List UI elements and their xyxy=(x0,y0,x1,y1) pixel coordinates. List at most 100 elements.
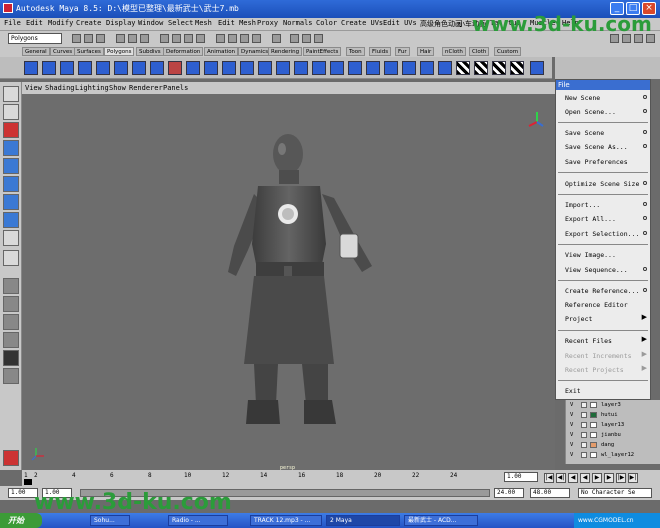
taskbar-item[interactable]: 最新武士 - ACD... xyxy=(404,515,478,526)
scale-tool-icon[interactable] xyxy=(3,176,19,192)
menu-select[interactable]: Select xyxy=(168,19,193,27)
taskbar-item-maya[interactable]: 2 Maya xyxy=(326,515,400,526)
mask-icon[interactable] xyxy=(172,34,181,43)
checker-uv-icon[interactable] xyxy=(510,61,524,75)
character-set-select[interactable]: No Character Se xyxy=(578,488,652,498)
poly-cone-icon[interactable] xyxy=(78,61,92,75)
viewport-menu-renderer[interactable]: Renderer xyxy=(129,84,163,92)
bridge-icon[interactable] xyxy=(222,61,236,75)
bevel-icon[interactable] xyxy=(312,61,326,75)
snap-point-icon[interactable] xyxy=(240,34,249,43)
layer-color-swatch[interactable] xyxy=(590,422,597,428)
go-to-end-icon[interactable]: ▶| xyxy=(628,473,638,483)
menu-proxy[interactable]: Proxy xyxy=(257,19,278,27)
menu-item-recent-files[interactable]: Recent Files xyxy=(565,337,612,345)
option-box-icon[interactable] xyxy=(643,216,647,220)
menu-item-project[interactable]: Project xyxy=(565,315,592,323)
menu-item-save-scene-as[interactable]: Save Scene As... xyxy=(565,143,628,151)
menu-item-export-selection[interactable]: Export Selection... xyxy=(565,230,639,238)
layout-single-icon[interactable] xyxy=(3,278,19,294)
option-box-icon[interactable] xyxy=(643,130,647,134)
reverse-normal-icon[interactable] xyxy=(402,61,416,75)
poly-plane-icon[interactable] xyxy=(96,61,110,75)
universal-manipulator-icon[interactable] xyxy=(3,194,19,210)
start-button[interactable]: 开始 xyxy=(0,513,42,528)
tab-curves[interactable]: Curves xyxy=(50,47,76,56)
viewport-menu-view[interactable]: View xyxy=(25,84,42,92)
layer-visibility[interactable]: V xyxy=(570,400,573,410)
tab-polygons[interactable]: Polygons xyxy=(104,47,135,56)
layer-color-swatch[interactable] xyxy=(590,402,597,408)
menu-item-exit[interactable]: Exit xyxy=(565,387,581,395)
menu-mesh[interactable]: Mesh xyxy=(195,19,212,27)
menu-edit-uvs[interactable]: Edit UVs xyxy=(383,19,417,27)
tab-custom[interactable]: Custom xyxy=(494,47,522,56)
taskbar-item[interactable]: TRACK 12.mp3 - ... xyxy=(250,515,322,526)
poly-sphere-icon[interactable] xyxy=(24,61,38,75)
insert-edge-loop-icon[interactable] xyxy=(276,61,290,75)
layout-outliner-icon[interactable] xyxy=(3,332,19,348)
menu-edit[interactable]: Edit xyxy=(26,19,43,27)
history-icon[interactable] xyxy=(272,34,281,43)
new-scene-icon[interactable] xyxy=(72,34,81,43)
option-box-icon[interactable] xyxy=(643,144,647,148)
option-box-icon[interactable] xyxy=(643,95,647,99)
taskbar-item[interactable]: Radio - ... xyxy=(168,515,228,526)
layer-row[interactable]: V hutui xyxy=(566,410,660,420)
tab-fluids[interactable]: Fluids xyxy=(369,47,392,56)
layer-visibility[interactable]: V xyxy=(570,450,573,460)
mask-icon[interactable] xyxy=(184,34,193,43)
menu-item-export-all[interactable]: Export All... xyxy=(565,215,616,223)
last-tool-icon[interactable] xyxy=(3,250,19,266)
layer-visibility[interactable]: V xyxy=(570,420,573,430)
soft-modification-icon[interactable] xyxy=(3,212,19,228)
layer-row[interactable]: V jianbu xyxy=(566,430,660,440)
step-back-key-icon[interactable]: ◀ xyxy=(568,473,578,483)
tab-rendering[interactable]: Rendering xyxy=(268,47,303,56)
option-box-icon[interactable] xyxy=(643,109,647,113)
ipr-render-icon[interactable] xyxy=(302,34,311,43)
layout-two-icon[interactable] xyxy=(3,314,19,330)
perspective-viewport[interactable]: persp xyxy=(22,94,555,471)
menu-item-view-image[interactable]: View Image... xyxy=(565,251,616,259)
menu-item-save-preferences[interactable]: Save Preferences xyxy=(565,158,628,166)
menu-character-animation[interactable]: 高级角色动画 xyxy=(420,19,462,29)
poke-icon[interactable] xyxy=(384,61,398,75)
tab-painteffects[interactable]: PaintEffects xyxy=(303,47,342,56)
split-polygon-icon[interactable] xyxy=(258,61,272,75)
layout-four-icon[interactable] xyxy=(3,296,19,312)
tab-dynamics[interactable]: Dynamics xyxy=(238,47,272,56)
step-back-icon[interactable]: ◀| xyxy=(556,473,566,483)
menu-item-view-sequence[interactable]: View Sequence... xyxy=(565,266,628,274)
play-forwards-icon[interactable]: ▶ xyxy=(592,473,602,483)
layer-type-toggle[interactable] xyxy=(581,412,587,418)
menu-item-create-reference[interactable]: Create Reference... xyxy=(565,287,639,295)
tab-cloth[interactable]: Cloth xyxy=(469,47,490,56)
go-to-start-icon[interactable]: |◀ xyxy=(544,473,554,483)
menu-normals[interactable]: Normals xyxy=(283,19,313,27)
separate-icon[interactable] xyxy=(150,61,164,75)
select-tool-icon[interactable] xyxy=(3,86,19,102)
menu-create[interactable]: Create xyxy=(76,19,101,27)
menu-color[interactable]: Color xyxy=(316,19,337,27)
planar-map-icon[interactable] xyxy=(420,61,434,75)
layer-type-toggle[interactable] xyxy=(581,442,587,448)
checker-uv-icon[interactable] xyxy=(456,61,470,75)
play-backwards-icon[interactable]: ◀ xyxy=(580,473,590,483)
menu-file[interactable]: File xyxy=(4,19,21,27)
select-hierarchy-icon[interactable] xyxy=(116,34,125,43)
snap-view-icon[interactable] xyxy=(252,34,261,43)
extrude-icon[interactable] xyxy=(204,61,218,75)
tab-ncloth[interactable]: nCloth xyxy=(442,47,466,56)
menu-set-select[interactable]: Polygons xyxy=(8,33,62,44)
offset-edge-loop-icon[interactable] xyxy=(294,61,308,75)
snap-curve-icon[interactable] xyxy=(228,34,237,43)
poly-cube-icon[interactable] xyxy=(42,61,56,75)
combine-icon[interactable] xyxy=(132,61,146,75)
option-box-icon[interactable] xyxy=(643,231,647,235)
layer-visibility[interactable]: V xyxy=(570,410,573,420)
viewport-menu-lighting[interactable]: Lighting xyxy=(75,84,109,92)
smooth-icon[interactable] xyxy=(186,61,200,75)
menu-edit-mesh[interactable]: Edit Mesh xyxy=(218,19,256,27)
step-forward-key-icon[interactable]: ▶ xyxy=(604,473,614,483)
